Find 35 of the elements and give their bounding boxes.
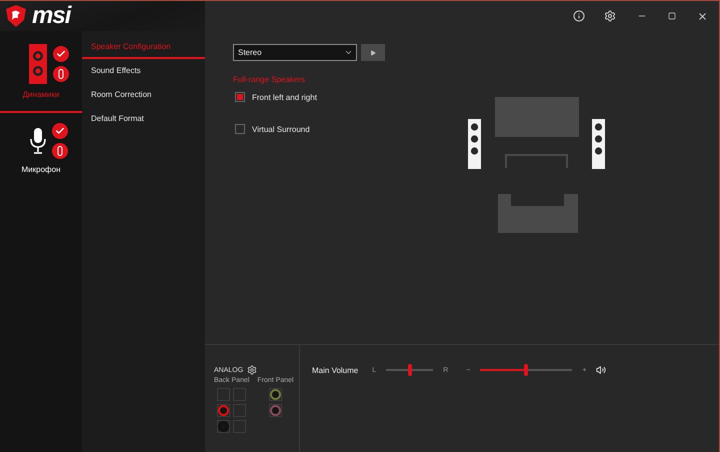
capsule-icon bbox=[53, 66, 69, 82]
play-icon bbox=[370, 50, 376, 56]
volume-slider[interactable] bbox=[480, 364, 572, 376]
nav-item[interactable]: Sound Effects bbox=[82, 59, 205, 83]
nav-item[interactable]: Speaker Configuration bbox=[82, 35, 205, 59]
brand-logo: msi bbox=[32, 2, 70, 30]
microphone-icon bbox=[30, 128, 46, 154]
play-button[interactable] bbox=[361, 44, 385, 61]
nav-item[interactable]: Room Correction bbox=[82, 83, 205, 107]
settings-icon bbox=[604, 10, 616, 22]
checkbox[interactable] bbox=[235, 92, 245, 102]
settings-icon[interactable] bbox=[247, 365, 258, 375]
device-tab[interactable]: Микрофон bbox=[0, 113, 82, 185]
chevron-down-icon bbox=[344, 48, 353, 57]
option-label: Front left and right bbox=[252, 92, 317, 102]
check-icon bbox=[52, 122, 68, 138]
capsule-icon bbox=[52, 142, 68, 158]
dragon-shield-logo bbox=[6, 5, 26, 27]
volume-label: Main Volume bbox=[312, 366, 358, 374]
info-icon bbox=[573, 10, 585, 22]
audio-jack bbox=[217, 420, 230, 433]
audio-jack bbox=[217, 404, 230, 417]
checkbox[interactable] bbox=[235, 124, 245, 134]
audio-jack bbox=[269, 404, 282, 417]
nav-item[interactable]: Default Format bbox=[82, 107, 205, 131]
maximize-icon bbox=[668, 12, 676, 20]
option-label: Virtual Surround bbox=[252, 124, 310, 134]
balance-slider[interactable] bbox=[386, 364, 434, 376]
audio-jack bbox=[269, 388, 282, 401]
close-icon bbox=[696, 10, 708, 22]
speaker-icon bbox=[29, 44, 47, 84]
speaker-volume-icon[interactable] bbox=[596, 365, 606, 375]
speaker-mode-dropdown[interactable]: Stereo bbox=[233, 44, 357, 61]
section-title: Full-range Speakers bbox=[233, 75, 306, 84]
check-icon bbox=[53, 46, 69, 62]
